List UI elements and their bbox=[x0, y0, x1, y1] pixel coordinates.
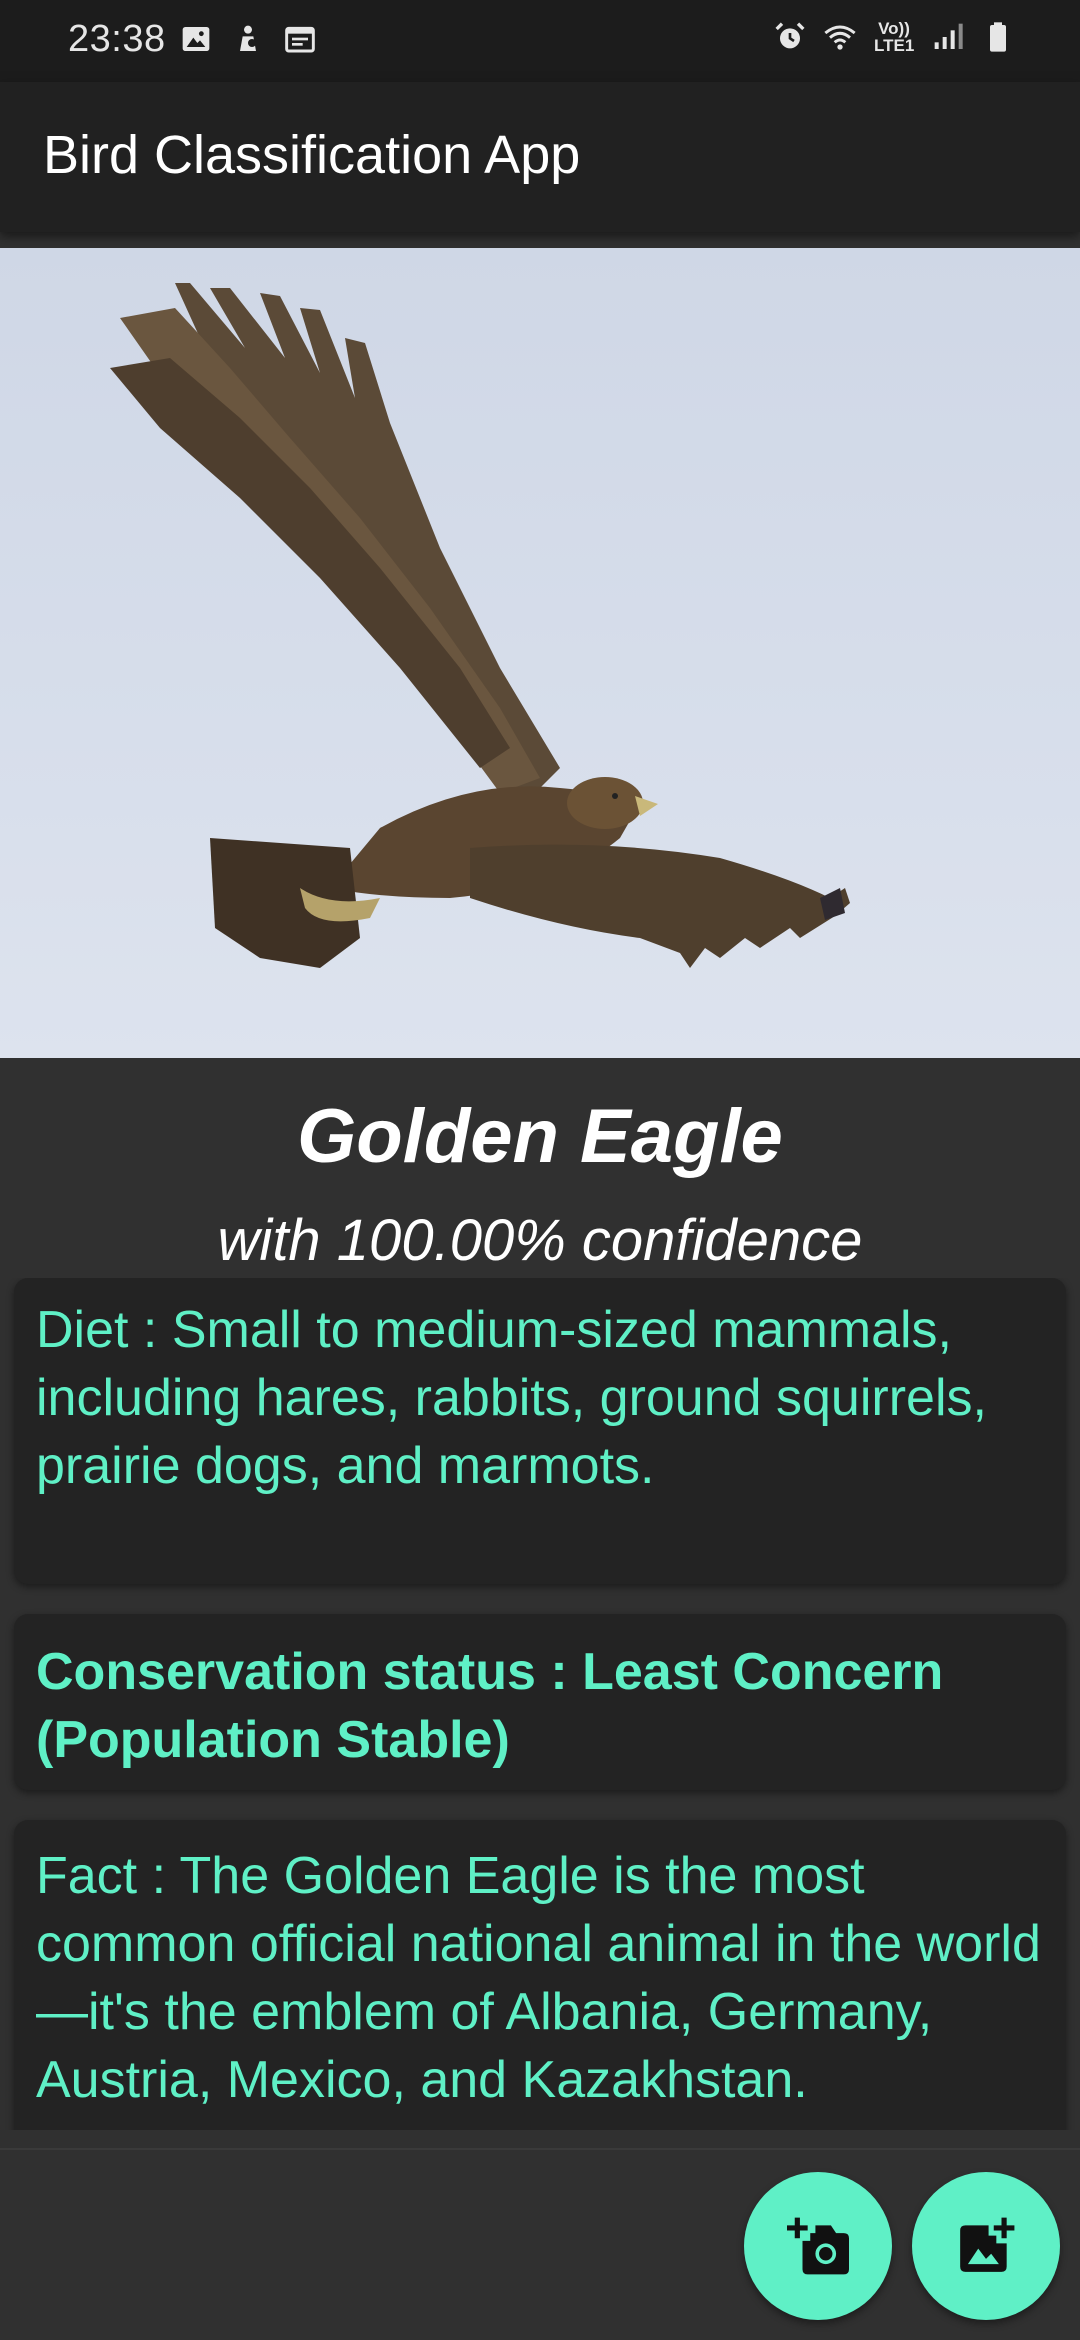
wifi-icon bbox=[824, 25, 856, 50]
app-bar: Bird Classification App bbox=[0, 82, 1080, 232]
confidence-text: with 100.00% confidence bbox=[217, 1208, 863, 1273]
status-left-icons bbox=[180, 22, 316, 56]
signal-icon bbox=[934, 23, 963, 49]
network-type-label: Vo)) LTE1 bbox=[874, 20, 914, 54]
fact-text: Fact : The Golden Eagle is the most comm… bbox=[36, 1847, 1041, 2109]
status-bar: 23:38 Vo)) LTE1 bbox=[0, 0, 1080, 82]
pick-image-button[interactable] bbox=[912, 2172, 1060, 2320]
bird-photo bbox=[0, 248, 1080, 1058]
battery-icon bbox=[990, 22, 1006, 52]
android-person-icon bbox=[240, 25, 256, 51]
alarm-icon bbox=[775, 22, 805, 49]
species-name: Golden Eagle bbox=[297, 1094, 783, 1179]
eagle-illustration bbox=[110, 283, 850, 968]
diet-text: Diet : Small to medium-sized mammals, in… bbox=[36, 1301, 987, 1495]
take-photo-button[interactable] bbox=[744, 2172, 892, 2320]
network-label-top: Vo)) bbox=[878, 19, 910, 38]
fact-card: Fact : The Golden Eagle is the most comm… bbox=[14, 1820, 1066, 2130]
add-photo-alternate-icon bbox=[960, 2217, 1015, 2272]
conservation-card: Conservation status : Least Concern (Pop… bbox=[14, 1614, 1066, 1790]
network-label-bottom: LTE1 bbox=[874, 36, 915, 55]
calendar-icon bbox=[285, 26, 315, 53]
conservation-text: Conservation status : Least Concern (Pop… bbox=[36, 1643, 944, 1769]
status-time: 23:38 bbox=[68, 18, 166, 60]
app-title: Bird Classification App bbox=[43, 125, 581, 185]
image-icon bbox=[182, 27, 210, 51]
info-scroll-area[interactable]: Diet : Small to medium-sized mammals, in… bbox=[0, 1278, 1080, 2130]
status-right-icons: Vo)) LTE1 bbox=[774, 20, 1014, 54]
add-a-photo-icon bbox=[787, 2217, 849, 2275]
diet-card: Diet : Small to medium-sized mammals, in… bbox=[14, 1278, 1066, 1584]
